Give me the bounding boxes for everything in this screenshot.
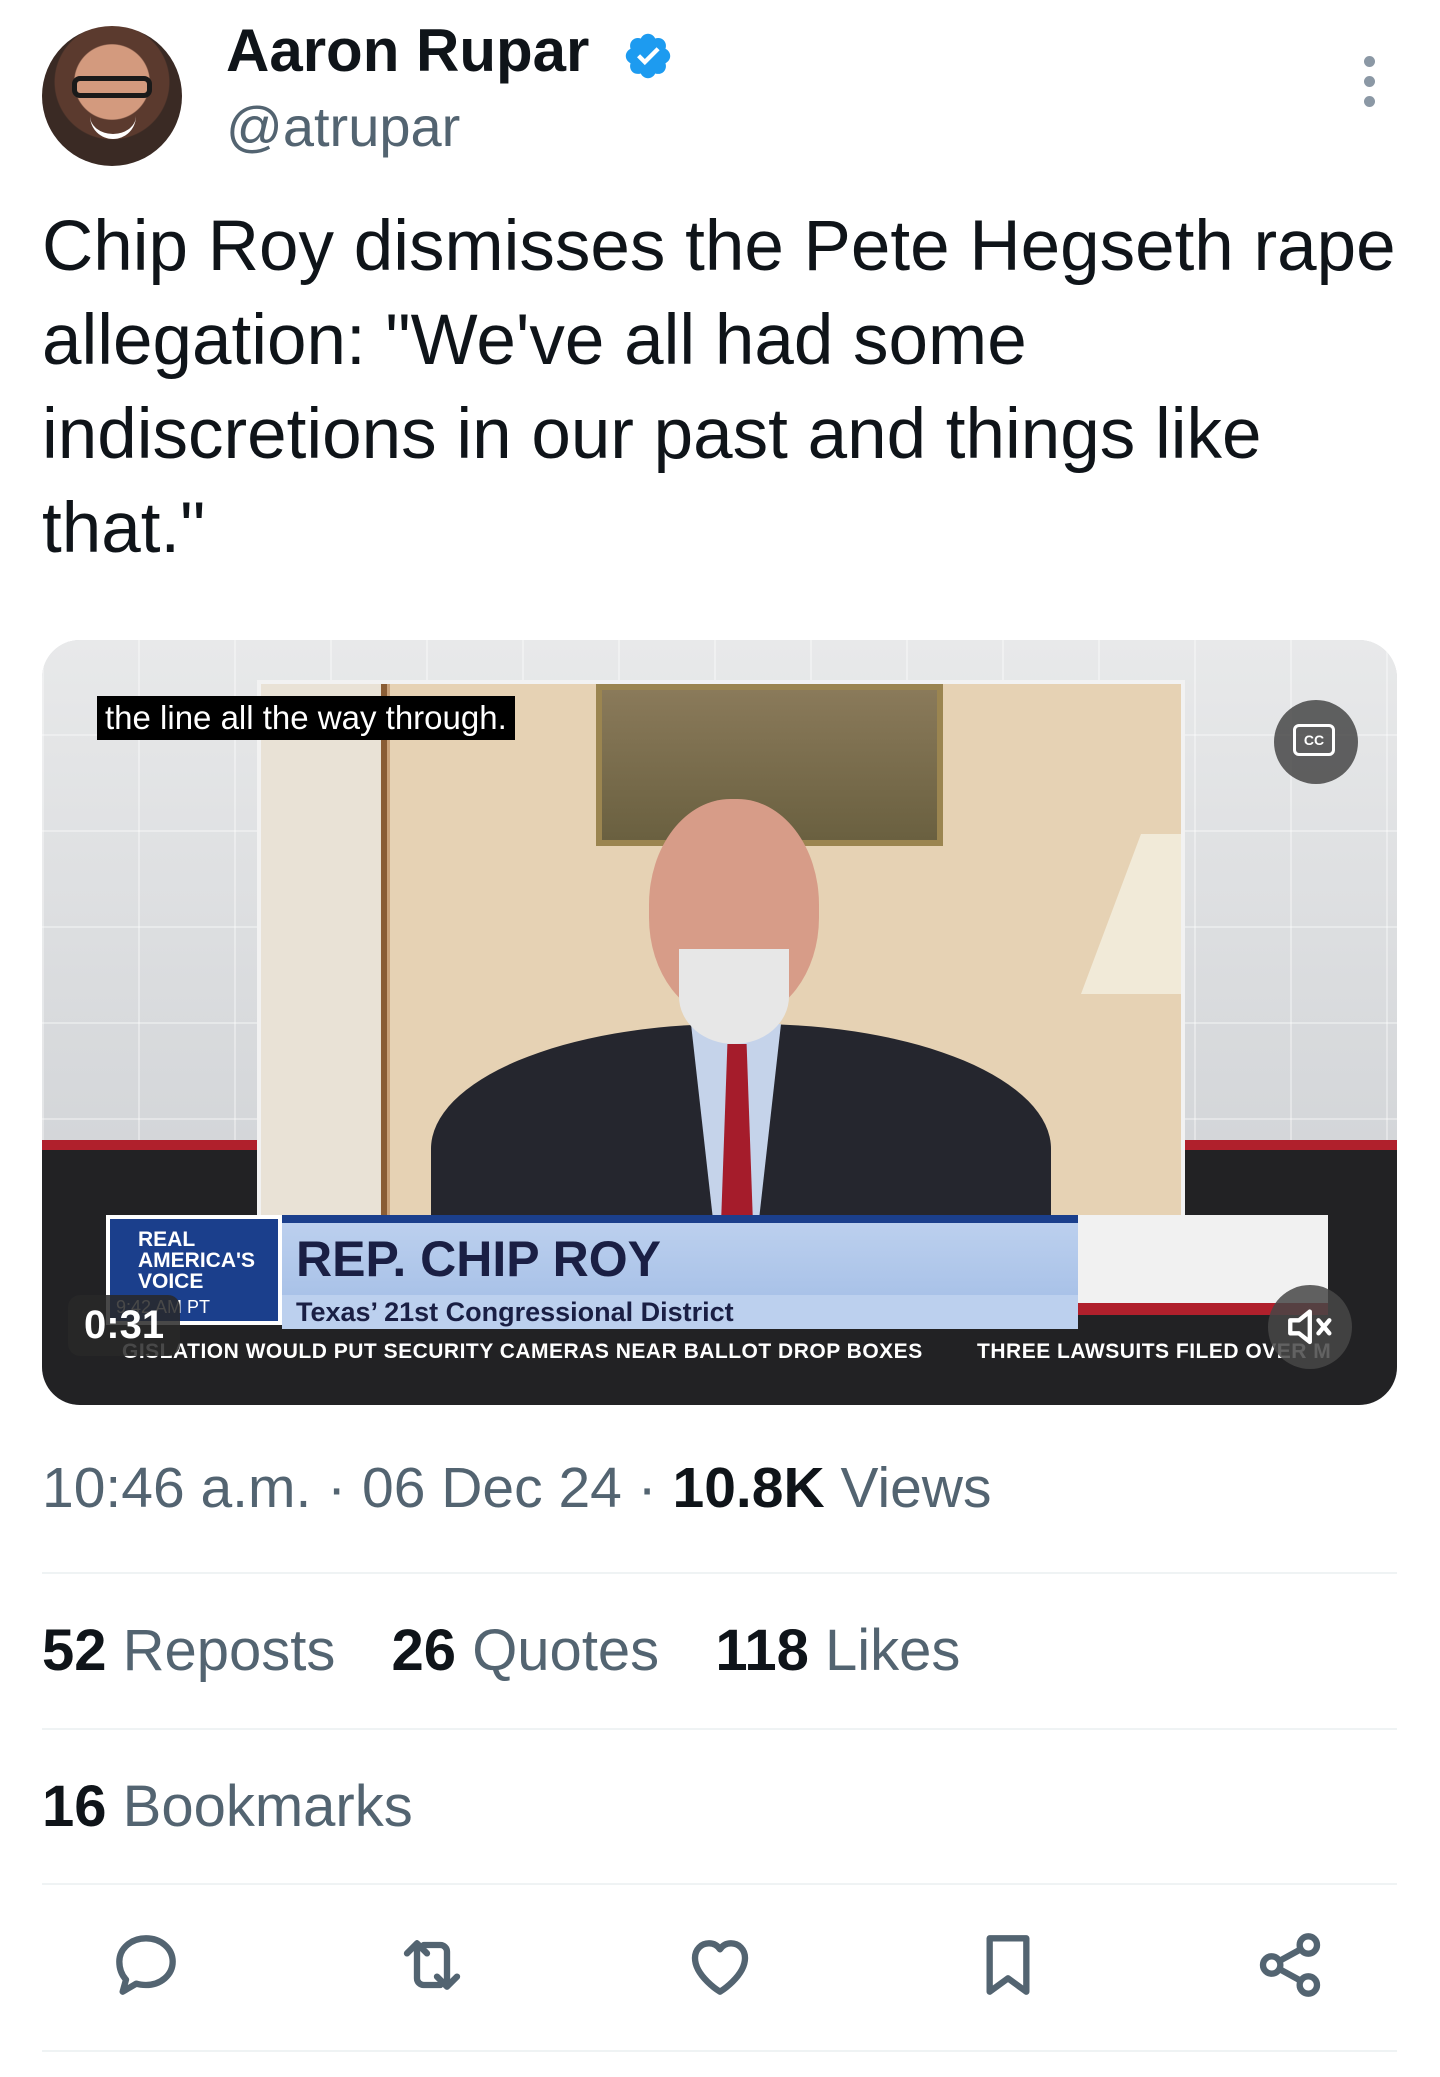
repost-icon — [403, 1940, 461, 1990]
bookmarks-count: 16 — [42, 1774, 107, 1839]
bookmark-button[interactable] — [968, 1925, 1048, 2005]
mute-button[interactable] — [1268, 1285, 1352, 1369]
video-duration: 0:31 — [68, 1295, 181, 1356]
avatar-glasses — [72, 76, 152, 98]
like-button[interactable] — [680, 1925, 760, 2005]
door — [261, 684, 387, 1241]
cc-button[interactable]: CC — [1274, 700, 1358, 784]
mute-icon — [1288, 1309, 1332, 1345]
engagement-stats: 52 Reposts 26 Quotes 118 Likes — [42, 1617, 1000, 1684]
divider — [42, 1883, 1397, 1885]
chyron-name: REP. CHIP ROY — [282, 1215, 1078, 1295]
bookmarks-label: Bookmarks — [122, 1774, 413, 1839]
share-icon — [1259, 1933, 1321, 1997]
bookmarks-stat[interactable]: 16 Bookmarks — [42, 1773, 413, 1840]
news-crawl: GISLATION WOULD PUT SECURITY CAMERAS NEA… — [122, 1340, 1362, 1364]
more-icon[interactable] — [1354, 56, 1384, 116]
avatar[interactable] — [42, 26, 182, 166]
crawl-item: GISLATION WOULD PUT SECURITY CAMERAS NEA… — [122, 1340, 923, 1363]
tweet-time[interactable]: 10:46 a.m. — [42, 1456, 311, 1520]
brand-line-1: REAL — [138, 1228, 196, 1251]
bookmark-icon — [986, 1935, 1030, 1995]
divider — [42, 2050, 1397, 2052]
quotes-label: Quotes — [472, 1618, 660, 1683]
separator: · — [311, 1456, 362, 1520]
share-button[interactable] — [1250, 1925, 1330, 2005]
reposts-stat[interactable]: 52 Reposts — [42, 1618, 335, 1683]
likes-stat[interactable]: 118 Likes — [715, 1618, 960, 1683]
avatar-smile — [90, 116, 136, 139]
separator: · — [621, 1456, 673, 1520]
verified-icon — [625, 33, 671, 79]
tweet-text: Chip Roy dismisses the Pete Hegseth rape… — [42, 207, 1396, 568]
reply-button[interactable] — [106, 1925, 186, 2005]
likes-count: 118 — [715, 1618, 809, 1683]
person-beard — [679, 949, 789, 1044]
divider — [42, 1572, 1397, 1574]
quotes-stat[interactable]: 26 Quotes — [392, 1618, 660, 1683]
author-name[interactable]: Aaron Rupar — [226, 16, 589, 85]
views-label: Views — [840, 1456, 992, 1520]
cc-icon: CC — [1293, 724, 1335, 756]
action-bar — [42, 1925, 1397, 2005]
author-handle[interactable]: @atrupar — [226, 94, 460, 159]
reposts-label: Reposts — [122, 1618, 336, 1683]
video-feed-frame — [257, 680, 1185, 1245]
chyron-district: Texas’ 21st Congressional District — [282, 1295, 1078, 1329]
video-player[interactable]: the line all the way through. CC REAL AM… — [42, 640, 1397, 1405]
reposts-count: 52 — [42, 1618, 107, 1683]
quotes-count: 26 — [391, 1618, 457, 1683]
lower-third: REAL AMERICA'S VOICE 9:42 AM PT REP. CHI… — [106, 1215, 1376, 1340]
brand-line-3: VOICE — [138, 1270, 204, 1293]
brand-line-2: AMERICA'S — [138, 1249, 255, 1272]
video-caption: the line all the way through. — [97, 696, 515, 740]
views-count: 10.8K — [672, 1456, 825, 1520]
likes-label: Likes — [825, 1618, 961, 1683]
repost-button[interactable] — [392, 1925, 472, 2005]
like-icon — [691, 1940, 749, 1995]
tweet-meta: 10:46 a.m. · 06 Dec 24 · 10.8K Views — [42, 1455, 991, 1521]
lamp — [1081, 834, 1181, 994]
reply-icon — [116, 1935, 176, 1995]
tweet-date[interactable]: 06 Dec 24 — [362, 1456, 622, 1520]
divider — [42, 1728, 1397, 1730]
